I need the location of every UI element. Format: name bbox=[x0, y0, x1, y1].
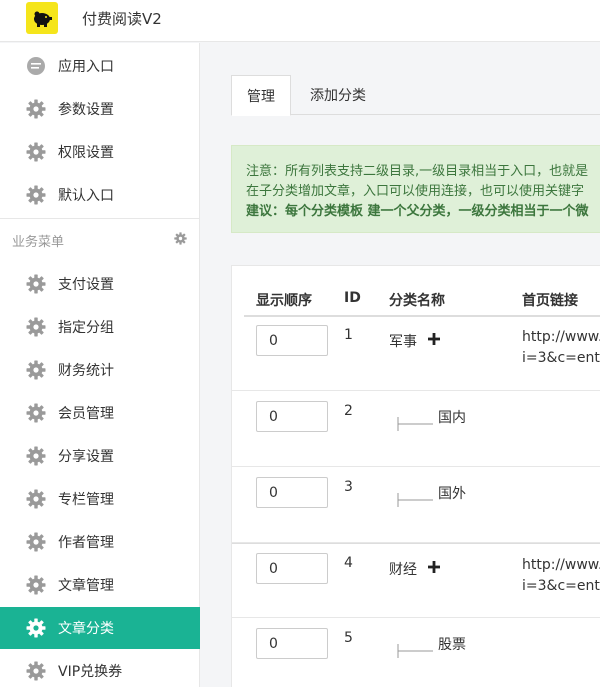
sidebar-item-label: 专栏管理 bbox=[58, 492, 114, 508]
plus-icon[interactable] bbox=[428, 333, 440, 345]
tab-bar: 管理 添加分类 bbox=[231, 75, 600, 116]
sidebar-item-columns[interactable]: 专栏管理 bbox=[0, 478, 200, 520]
sidebar-item-label: 作者管理 bbox=[58, 535, 114, 551]
chat-bubble-icon bbox=[27, 57, 45, 75]
table-row: 1 军事 http://www.s i=3&c=entr bbox=[232, 316, 600, 391]
table-row: 5 股票 bbox=[232, 619, 600, 687]
table-row: 3 国外 bbox=[232, 468, 600, 543]
header-link: 首页链接 bbox=[522, 293, 578, 309]
order-input[interactable] bbox=[256, 628, 328, 659]
order-input[interactable] bbox=[256, 477, 328, 508]
sidebar-item-authors[interactable]: 作者管理 bbox=[0, 521, 200, 563]
gear-icon bbox=[26, 360, 46, 380]
sidebar-item-params[interactable]: 参数设置 bbox=[0, 88, 200, 130]
gear-icon bbox=[26, 317, 46, 337]
gear-icon bbox=[26, 575, 46, 595]
sidebar-item-permissions[interactable]: 权限设置 bbox=[0, 131, 200, 173]
tree-branch-icon bbox=[397, 417, 433, 431]
category-name: 财经 bbox=[389, 562, 417, 578]
sidebar-item-payment[interactable]: 支付设置 bbox=[0, 263, 200, 305]
order-input[interactable] bbox=[256, 553, 328, 584]
sidebar-item-label: 默认入口 bbox=[58, 188, 114, 204]
row-id: 1 bbox=[344, 327, 353, 343]
notice-line-1: 注意：所有列表支持二级目录,一级目录相当于入口，也就是 bbox=[246, 164, 589, 179]
sidebar-group-business: 业务菜单 bbox=[0, 218, 200, 258]
sidebar-item-label: 财务统计 bbox=[58, 363, 114, 379]
gear-icon bbox=[26, 446, 46, 466]
tree-branch-icon bbox=[397, 493, 433, 507]
sidebar-item-label: VIP兑换券 bbox=[58, 664, 123, 680]
gear-icon bbox=[26, 142, 46, 162]
row-id: 5 bbox=[344, 630, 353, 646]
row-id: 4 bbox=[344, 555, 353, 571]
category-name: 国外 bbox=[438, 486, 466, 502]
gear-icon bbox=[26, 99, 46, 119]
sidebar-item-label: 文章管理 bbox=[58, 578, 114, 594]
tab-add-category[interactable]: 添加分类 bbox=[295, 75, 381, 115]
sidebar-item-label: 会员管理 bbox=[58, 406, 114, 422]
sidebar-item-label: 权限设置 bbox=[58, 145, 114, 161]
gear-icon bbox=[26, 403, 46, 423]
home-link[interactable]: http://www.s i=3&c=entr bbox=[522, 327, 600, 369]
app-title: 付费阅读V2 bbox=[82, 10, 162, 28]
sidebar-item-app-entry[interactable]: 应用入口 bbox=[0, 45, 200, 87]
category-name: 股票 bbox=[438, 637, 466, 653]
sidebar-item-vip-coupons[interactable]: VIP兑换券 bbox=[0, 650, 200, 687]
sidebar-group-label: 业务菜单 bbox=[12, 235, 65, 250]
tab-manage[interactable]: 管理 bbox=[231, 75, 291, 116]
sidebar-item-article-categories[interactable]: 文章分类 bbox=[0, 607, 200, 649]
notice-box: 注意：所有列表支持二级目录,一级目录相当于入口，也就是 在子分类增加文章，入口可… bbox=[231, 145, 600, 233]
plus-icon[interactable] bbox=[428, 561, 440, 573]
home-link-line: http://www.s bbox=[522, 557, 600, 573]
sidebar: 应用入口 参数设置 权限设置 默认入口 业务菜单 支付设置 指定分组 财务统计 … bbox=[0, 43, 200, 687]
sidebar-item-share[interactable]: 分享设置 bbox=[0, 435, 200, 477]
sidebar-item-label: 指定分组 bbox=[58, 320, 114, 336]
header-name: 分类名称 bbox=[389, 293, 445, 309]
top-bar: 付费阅读V2 bbox=[0, 0, 600, 42]
order-input[interactable] bbox=[256, 325, 328, 356]
home-link-line: http://www.s bbox=[522, 329, 600, 345]
home-link-line: i=3&c=entr bbox=[522, 350, 600, 366]
sidebar-item-members[interactable]: 会员管理 bbox=[0, 392, 200, 434]
gear-icon bbox=[26, 274, 46, 294]
sidebar-item-label: 应用入口 bbox=[58, 59, 114, 75]
main-content: 管理 添加分类 注意：所有列表支持二级目录,一级目录相当于入口，也就是 在子分类… bbox=[201, 43, 600, 687]
gear-icon bbox=[26, 185, 46, 205]
piggy-bank-icon[interactable] bbox=[26, 2, 58, 34]
gear-icon bbox=[26, 618, 46, 638]
sidebar-item-label: 支付设置 bbox=[58, 277, 114, 293]
category-table: 显示顺序 ID 分类名称 首页链接 1 军事 http://www.s i=3&… bbox=[231, 265, 600, 687]
header-order: 显示顺序 bbox=[256, 293, 312, 309]
category-name: 军事 bbox=[389, 334, 417, 350]
gear-icon[interactable] bbox=[174, 232, 187, 245]
home-link[interactable]: http://www.s i=3&c=entr bbox=[522, 555, 600, 597]
row-id: 2 bbox=[344, 403, 353, 419]
gear-icon bbox=[26, 661, 46, 681]
home-link-line: i=3&c=entr bbox=[522, 578, 600, 594]
table-row: 4 财经 http://www.s i=3&c=entr bbox=[232, 543, 600, 618]
row-id: 3 bbox=[344, 479, 353, 495]
sidebar-item-groups[interactable]: 指定分组 bbox=[0, 306, 200, 348]
sidebar-item-default-entry[interactable]: 默认入口 bbox=[0, 174, 200, 216]
category-name: 国内 bbox=[438, 410, 466, 426]
tree-branch-icon bbox=[397, 644, 433, 658]
sidebar-item-label: 参数设置 bbox=[58, 102, 114, 118]
sidebar-item-articles[interactable]: 文章管理 bbox=[0, 564, 200, 606]
order-input[interactable] bbox=[256, 401, 328, 432]
notice-line-3: 建议：每个分类模板 建一个父分类，一级分类相当于一个微 bbox=[246, 204, 589, 219]
sidebar-item-label: 文章分类 bbox=[58, 621, 114, 637]
header-id: ID bbox=[344, 290, 361, 306]
notice-line-2: 在子分类增加文章，入口可以使用连接，也可以使用关键字 bbox=[246, 184, 585, 199]
sidebar-item-finance[interactable]: 财务统计 bbox=[0, 349, 200, 391]
table-row: 2 国内 bbox=[232, 392, 600, 467]
gear-icon bbox=[26, 532, 46, 552]
gear-icon bbox=[26, 489, 46, 509]
sidebar-item-label: 分享设置 bbox=[58, 449, 114, 465]
